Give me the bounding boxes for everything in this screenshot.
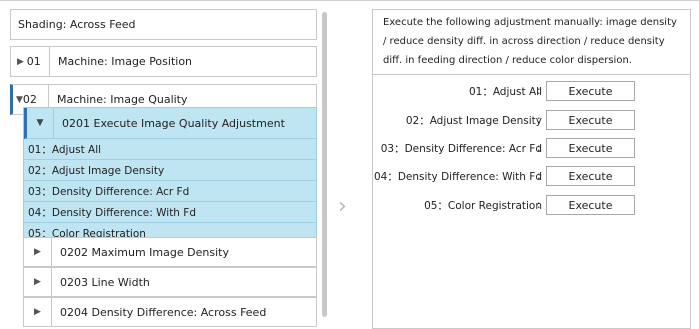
chevron-right-icon: › [338, 194, 347, 219]
top-divider [0, 0, 699, 1]
expand-arrow-icon: ▶ [34, 277, 41, 287]
sub-item-label: 01：Adjust All [28, 143, 102, 156]
exec-row-colon: : [537, 85, 541, 97]
sub-item-adjust-image-density[interactable]: 02：Adjust Image Density [24, 160, 316, 181]
collapse-arrow-icon: ▼ [36, 118, 44, 128]
tree-item-0204[interactable]: ▶ 0204 Density Difference: Across Feed [23, 297, 317, 327]
tree-title-label: Shading: Across Feed [18, 18, 136, 31]
expand-arrow-icon: ▶ [34, 307, 41, 317]
sub-item-density-difference-with-fd[interactable]: 04：Density Difference: With Fd [24, 202, 316, 223]
adjustment-description: Execute the following adjustment manuall… [373, 10, 690, 75]
expand-arrow-icon: ▶ 01 [17, 55, 41, 68]
exec-row-colon: : [537, 199, 541, 211]
sub-item-adjust-all[interactable]: 01：Adjust All [24, 139, 316, 160]
exec-row-adjust-all: 01：Adjust All : Execute [373, 81, 692, 101]
execute-button-color-registration[interactable]: Execute [546, 195, 635, 215]
tree-item-0203[interactable]: ▶ 0203 Line Width [23, 267, 317, 297]
tree-item-number: 01 [26, 55, 41, 68]
sub-item-label: 03：Density Difference: Acr Fd [28, 185, 190, 198]
tree-item-number: 02 [22, 93, 37, 106]
exec-row-adjust-image-density: 02：Adjust Image Density : Execute [373, 110, 692, 130]
tree-item-label: 0204 Density Difference: Across Feed [60, 305, 267, 319]
exec-row-colon: : [537, 114, 541, 126]
tree-item-0202[interactable]: ▶ 0202 Maximum Image Density [23, 237, 317, 267]
execute-button-density-difference-with-fd[interactable]: Execute [546, 166, 635, 186]
exec-row-label: 03：Density Difference: Acr Fd [380, 142, 542, 155]
tree-item-machine-image-position[interactable]: ▶ 01 Machine: Image Position [10, 46, 317, 77]
execution-panel: Execute the following adjustment manuall… [372, 9, 691, 329]
exec-row-density-difference-acr-fd: 03：Density Difference: Acr Fd : Execute [373, 138, 692, 158]
expanded-group-image-quality-adjustment: ▼ 0201 Execute Image Quality Adjustment … [23, 107, 317, 244]
execute-button-density-difference-acr-fd[interactable]: Execute [546, 138, 635, 158]
exec-row-colon: : [537, 142, 541, 154]
exec-row-color-registration: 05：Color Registration : Execute [373, 195, 692, 215]
group-header[interactable]: ▼ 0201 Execute Image Quality Adjustment [24, 108, 316, 139]
adjustment-tree: Shading: Across Feed ▶ 01 Machine: Image… [10, 9, 317, 329]
tree-item-label: 0203 Line Width [60, 275, 150, 289]
expand-arrow-icon: ▶ [34, 247, 41, 257]
sub-item-label: 02：Adjust Image Density [28, 164, 165, 177]
tree-title: Shading: Across Feed [10, 9, 317, 40]
group-header-label: 0201 Execute Image Quality Adjustment [62, 116, 285, 130]
execute-button-adjust-all[interactable]: Execute [546, 81, 635, 101]
tree-item-label: Machine: Image Quality [57, 93, 188, 106]
exec-row-label: 04：Density Difference: With Fd [373, 170, 542, 183]
exec-row-label: 05：Color Registration [424, 199, 542, 212]
execute-button-adjust-image-density[interactable]: Execute [546, 110, 635, 130]
tree-item-label: 0202 Maximum Image Density [60, 245, 229, 259]
exec-row-label: 01：Adjust All [468, 85, 542, 98]
sub-item-label: 04：Density Difference: With Fd [28, 206, 197, 219]
sub-item-density-difference-acr-fd[interactable]: 03：Density Difference: Acr Fd [24, 181, 316, 202]
tree-item-label: Machine: Image Position [58, 55, 193, 68]
exec-row-colon: : [537, 170, 541, 182]
exec-row-label: 02：Adjust Image Density [405, 114, 542, 127]
exec-row-density-difference-with-fd: 04：Density Difference: With Fd : Execute [373, 166, 692, 186]
scrollbar[interactable] [322, 12, 327, 317]
